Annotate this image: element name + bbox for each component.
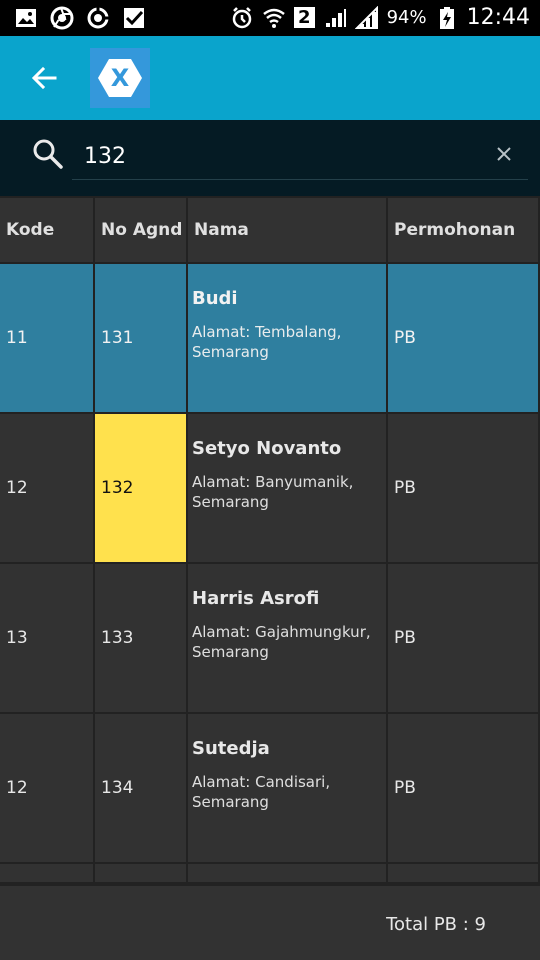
header-kode: Kode: [0, 198, 95, 264]
table-row[interactable]: 12 134 Sutedja Alamat: Candisari, Semara…: [0, 714, 540, 864]
gallery-icon: [16, 9, 36, 27]
search-bar: [0, 120, 540, 196]
person-name: Harris Asrofi: [192, 588, 320, 609]
signal-icon: [325, 8, 346, 27]
person-address: Alamat: Banyumanik, Semarang: [192, 473, 354, 511]
cell-permohonan: PB: [388, 414, 540, 564]
cell-permohonan: PB: [388, 264, 540, 414]
app-bar: X: [0, 36, 540, 120]
cell-kode: 12: [0, 414, 95, 564]
partial-cell: [188, 864, 388, 884]
sync-icon: [87, 7, 109, 29]
svg-text:X: X: [111, 64, 130, 92]
header-nama: Nama: [188, 198, 388, 264]
cell-kode: 13: [0, 564, 95, 714]
header-no-agnd: No Agnd: [95, 198, 188, 264]
partial-cell: [95, 864, 188, 884]
battery-text: 94%: [386, 7, 427, 28]
status-bar: 2 94% 12:44: [0, 0, 540, 36]
person-address: Alamat: Gajahmungkur, Semarang: [192, 623, 371, 661]
cell-kode: 11: [0, 264, 95, 414]
cell-no-agnd-match: 132: [95, 414, 188, 564]
check-icon: [124, 8, 144, 28]
table-row[interactable]: 13 133 Harris Asrofi Alamat: Gajahmungku…: [0, 564, 540, 714]
cell-nama: Setyo Novanto Alamat: Banyumanik, Semara…: [188, 414, 388, 564]
person-name: Sutedja: [192, 738, 270, 759]
battery-icon: [439, 6, 454, 29]
signal-icon: [354, 5, 378, 29]
table-row-partial: [0, 864, 540, 884]
cell-permohonan: PB: [388, 714, 540, 864]
back-button[interactable]: [24, 58, 64, 98]
cell-nama: Budi Alamat: Tembalang, Semarang: [188, 264, 388, 414]
chrome-icon: [50, 6, 74, 30]
cell-no-agnd: 134: [95, 714, 188, 864]
header-permohonan: Permohonan: [388, 198, 540, 264]
partial-cell: [0, 864, 95, 884]
cell-no-agnd: 131: [95, 264, 188, 414]
person-address: Alamat: Candisari, Semarang: [192, 773, 331, 811]
cell-permohonan: PB: [388, 564, 540, 714]
clock: 12:44: [466, 5, 530, 30]
person-name: Budi: [192, 288, 238, 309]
status-left-icons: [14, 6, 146, 30]
person-address: Alamat: Tembalang, Semarang: [192, 323, 342, 361]
table-header-row: Kode No Agnd Nama Permohonan: [0, 196, 540, 264]
cell-kode: 12: [0, 714, 95, 864]
xamarin-logo: X: [90, 48, 150, 108]
summary-footer: Total PB : 9: [0, 884, 540, 960]
total-count: Total PB : 9: [386, 914, 486, 935]
agenda-table: Kode No Agnd Nama Permohonan 11 131 Budi…: [0, 196, 540, 884]
sim-badge: 2: [294, 7, 315, 28]
status-right-icons: 2 94% 12:44: [230, 5, 530, 30]
search-icon: [33, 139, 63, 169]
partial-cell: [388, 864, 540, 884]
arrow-left-icon: [31, 66, 57, 90]
person-name: Setyo Novanto: [192, 438, 342, 459]
table-row-selected[interactable]: 11 131 Budi Alamat: Tembalang, Semarang …: [0, 264, 540, 414]
clear-search-button[interactable]: [492, 142, 516, 166]
xamarin-logo-icon: X: [98, 59, 142, 97]
close-icon: [497, 147, 511, 161]
search-input[interactable]: [72, 134, 528, 180]
alarm-icon: [232, 6, 252, 28]
cell-nama: Sutedja Alamat: Candisari, Semarang: [188, 714, 388, 864]
cell-nama: Harris Asrofi Alamat: Gajahmungkur, Sema…: [188, 564, 388, 714]
table-row[interactable]: 12 132 Setyo Novanto Alamat: Banyumanik,…: [0, 414, 540, 564]
cell-no-agnd: 133: [95, 564, 188, 714]
wifi-icon: [263, 8, 285, 28]
